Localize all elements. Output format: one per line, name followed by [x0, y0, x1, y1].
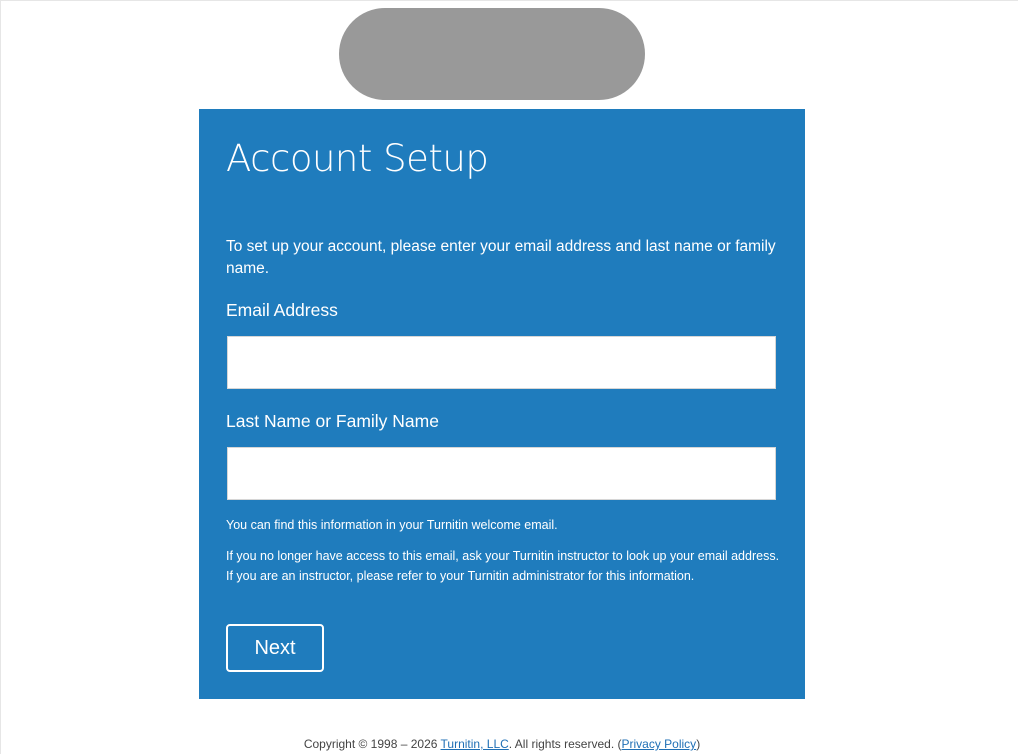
close-paren: ) — [696, 737, 701, 751]
privacy-policy-link[interactable]: Privacy Policy — [622, 737, 697, 751]
rights-text: . All rights reserved. ( — [508, 737, 622, 751]
logo-placeholder — [339, 8, 645, 100]
page-title: Account Setup — [226, 137, 489, 180]
copyright-text: Copyright © 1998 – 2026 — [303, 737, 441, 751]
intro-text: To set up your account, please enter you… — [226, 238, 776, 277]
help-text-no-access: If you no longer have access to this ema… — [226, 549, 780, 583]
email-field[interactable] — [227, 336, 776, 389]
next-button[interactable]: Next — [226, 624, 324, 672]
turnitin-llc-link[interactable]: Turnitin, LLC — [441, 737, 509, 751]
help-text-welcome-email: You can find this information in your Tu… — [226, 518, 558, 532]
account-setup-card: Account Setup To set up your account, pl… — [199, 109, 805, 699]
last-name-label: Last Name or Family Name — [226, 411, 439, 431]
page: Account Setup To set up your account, pl… — [0, 0, 1018, 754]
last-name-field[interactable] — [227, 447, 776, 500]
email-label: Email Address — [226, 300, 338, 320]
footer: Copyright © 1998 – 2026 Turnitin, LLC. A… — [1, 737, 1003, 751]
